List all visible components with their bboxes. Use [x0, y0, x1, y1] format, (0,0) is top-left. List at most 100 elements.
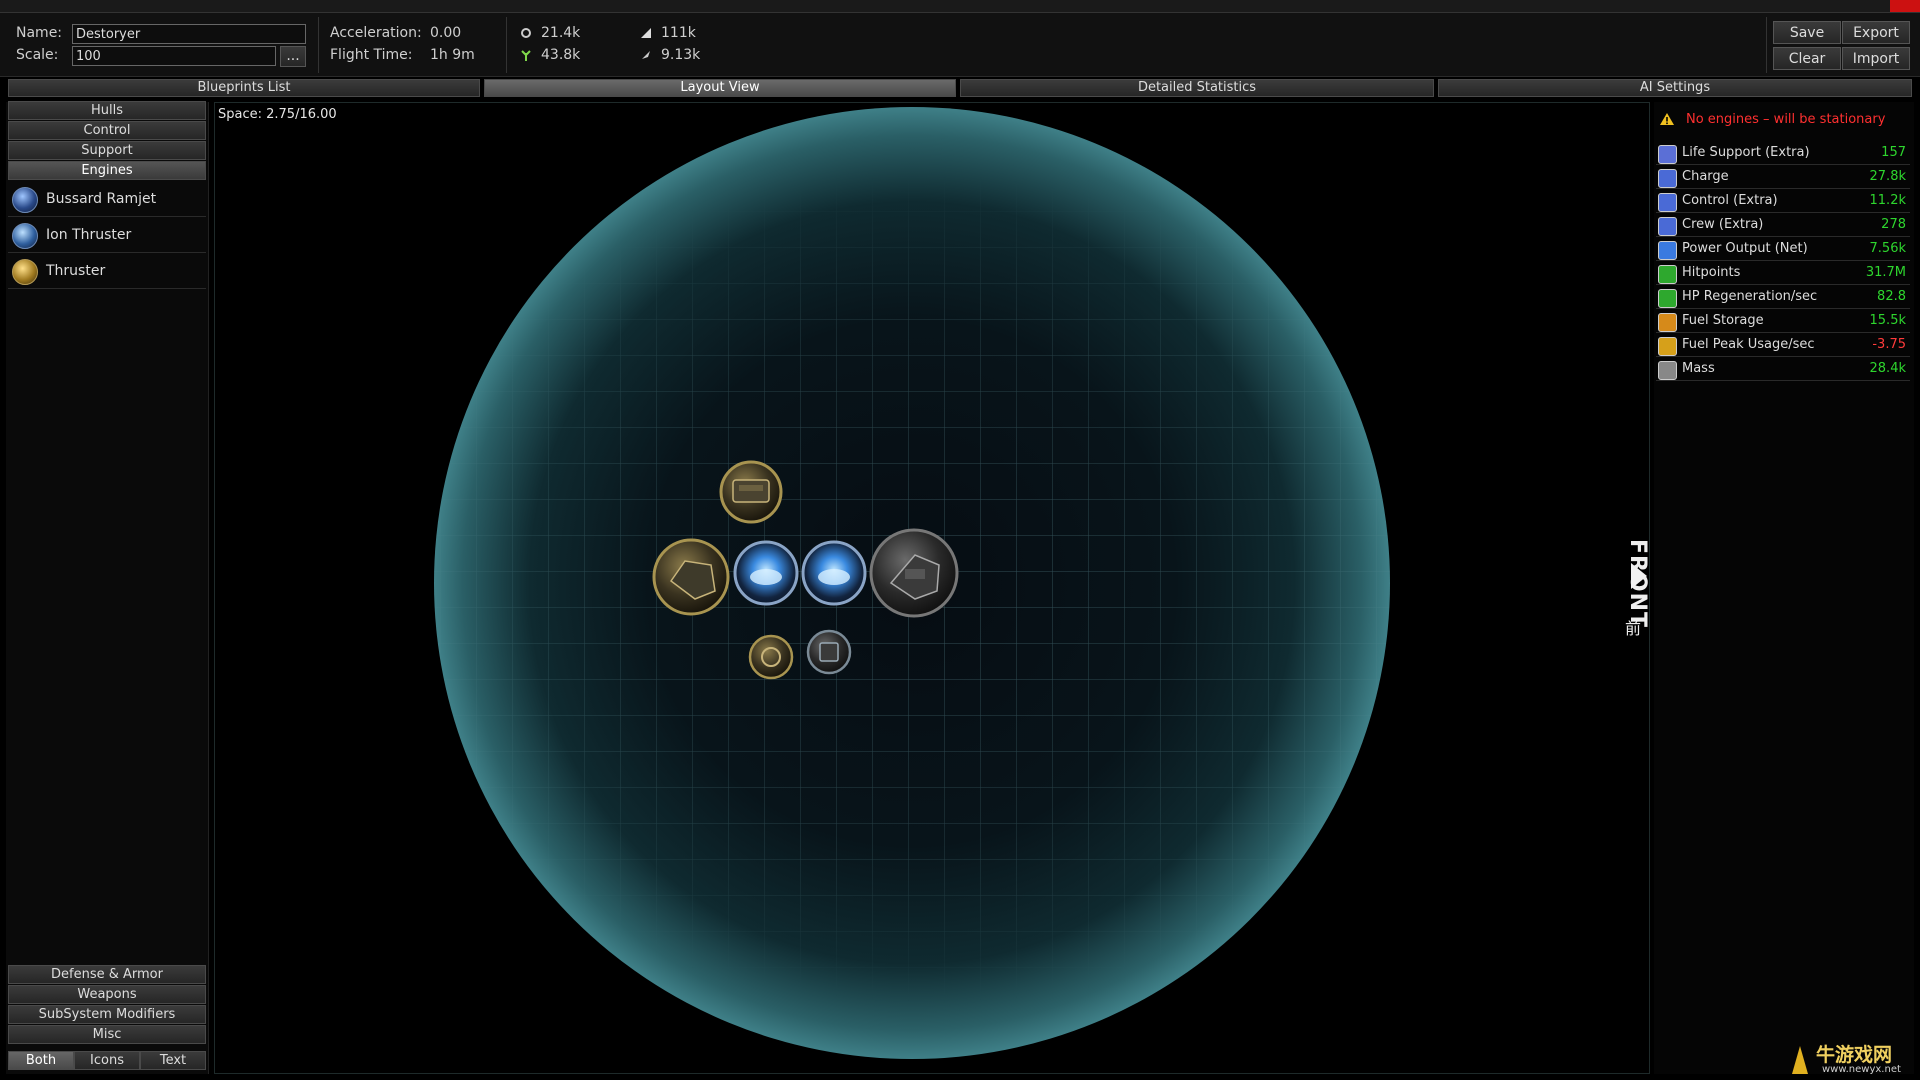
mass-icon [1658, 361, 1677, 380]
watermark-logo-icon [1792, 1046, 1808, 1074]
ship-module[interactable] [806, 629, 852, 675]
ship-module[interactable] [652, 538, 730, 616]
stat-name: Control (Extra) [1682, 193, 1778, 208]
rocket-icon [640, 49, 652, 61]
stat-name: Fuel Peak Usage/sec [1682, 337, 1815, 352]
layout-canvas[interactable]: Space: 2.75/16.00 FRONT 前 [214, 102, 1650, 1074]
watermark-subtext: www.newyx.net [1822, 1064, 1901, 1075]
category-hulls[interactable]: Hulls [8, 101, 206, 120]
category-weapons[interactable]: Weapons [8, 985, 206, 1004]
name-label: Name: [16, 25, 63, 41]
space-usage-label: Space: 2.75/16.00 [218, 107, 337, 122]
stat-value: 31.7M [1865, 265, 1906, 280]
acceleration-value: 0.00 [430, 25, 462, 41]
tab-ai-settings[interactable]: AI Settings [1438, 79, 1912, 97]
front-kanji: 前 [1625, 619, 1642, 638]
power-icon [1658, 241, 1677, 260]
ship-module[interactable] [869, 528, 959, 618]
warning-row: No engines – will be stationary [1656, 104, 1910, 136]
resource-value: 43.8k [541, 47, 581, 63]
scale-browse-button[interactable]: ... [280, 46, 306, 67]
ship-module[interactable] [748, 634, 794, 680]
stat-name: Charge [1682, 169, 1729, 184]
stat-value: 278 [1881, 217, 1906, 232]
title-strip [0, 0, 1920, 13]
thruster-icon [12, 259, 38, 285]
scale-input[interactable]: 100 [72, 46, 276, 66]
stat-row: Fuel Storage 15.5k [1656, 310, 1910, 333]
stat-value: 157 [1881, 145, 1906, 160]
engine-item-label: Bussard Ramjet [46, 191, 157, 207]
crew-icon [1658, 217, 1677, 236]
tab-detailed-statistics[interactable]: Detailed Statistics [960, 79, 1434, 97]
category-control[interactable]: Control [8, 121, 206, 140]
stat-row: Crew (Extra) 278 [1656, 214, 1910, 237]
resource-value: 111k [661, 25, 696, 41]
stat-row: Hitpoints 31.7M [1656, 262, 1910, 285]
acceleration-label: Acceleration: [330, 25, 422, 41]
tab-layout-view[interactable]: Layout View [484, 79, 956, 97]
watermark: 牛游戏网 www.newyx.net [1780, 1040, 1920, 1080]
life-support-icon [1658, 145, 1677, 164]
stat-name: Hitpoints [1682, 265, 1741, 280]
stat-row: Power Output (Net) 7.56k [1656, 238, 1910, 261]
engine-item-label: Ion Thruster [46, 227, 132, 243]
view-mode-text[interactable]: Text [140, 1051, 206, 1070]
stat-name: Crew (Extra) [1682, 217, 1764, 232]
stat-value: 15.5k [1869, 313, 1906, 328]
ship-module[interactable] [801, 540, 867, 606]
control-icon [1658, 193, 1677, 212]
bussard-ramjet-icon [12, 187, 38, 213]
export-button[interactable]: Export [1842, 21, 1910, 44]
view-mode-icons[interactable]: Icons [74, 1051, 140, 1070]
warning-icon [1660, 113, 1674, 125]
stat-name: HP Regeneration/sec [1682, 289, 1818, 304]
watermark-text: 牛游戏网 [1816, 1044, 1893, 1066]
regen-icon [1658, 289, 1677, 308]
plant-icon [520, 49, 532, 61]
stat-value: 11.2k [1869, 193, 1906, 208]
header-divider [506, 17, 507, 73]
fuel-usage-icon [1658, 337, 1677, 356]
scale-label: Scale: [16, 47, 59, 63]
header-divider [1766, 17, 1767, 73]
warning-text: No engines – will be stationary [1686, 112, 1886, 127]
flight-time-value: 1h 9m [430, 47, 475, 63]
stat-row: Fuel Peak Usage/sec -3.75 [1656, 334, 1910, 357]
stat-value: 28.4k [1869, 361, 1906, 376]
import-button[interactable]: Import [1842, 47, 1910, 70]
close-window-button[interactable] [1890, 0, 1920, 12]
engine-item-label: Thruster [46, 263, 106, 279]
stat-name: Life Support (Extra) [1682, 145, 1810, 160]
header-divider [318, 17, 319, 73]
fuel-icon [1658, 313, 1677, 332]
flask-icon [640, 27, 652, 39]
resource-value: 9.13k [661, 47, 701, 63]
name-input[interactable]: Destoryer [72, 24, 306, 44]
category-subsystem-modifiers[interactable]: SubSystem Modifiers [8, 1005, 206, 1024]
ship-module[interactable] [733, 540, 799, 606]
category-defense-armor[interactable]: Defense & Armor [8, 965, 206, 984]
battery-icon [1658, 169, 1677, 188]
ship-module[interactable] [719, 460, 783, 524]
clear-button[interactable]: Clear [1773, 47, 1841, 70]
hitpoints-icon [1658, 265, 1677, 284]
ship-layout-view[interactable] [215, 103, 1650, 1074]
stat-row: HP Regeneration/sec 82.8 [1656, 286, 1910, 309]
stat-row: Control (Extra) 11.2k [1656, 190, 1910, 213]
stat-name: Fuel Storage [1682, 313, 1764, 328]
engine-item-bussard-ramjet[interactable]: Bussard Ramjet [8, 182, 206, 217]
stat-row: Mass 28.4k [1656, 358, 1910, 381]
tab-blueprints-list[interactable]: Blueprints List [8, 79, 480, 97]
engine-item-ion-thruster[interactable]: Ion Thruster [8, 218, 206, 253]
flight-time-label: Flight Time: [330, 47, 413, 63]
stat-row: Life Support (Extra) 157 [1656, 142, 1910, 165]
front-arrow-icon [1631, 563, 1647, 589]
view-mode-both[interactable]: Both [8, 1051, 74, 1070]
save-button[interactable]: Save [1773, 21, 1841, 44]
category-engines[interactable]: Engines [8, 161, 206, 180]
stat-name: Power Output (Net) [1682, 241, 1808, 256]
category-misc[interactable]: Misc [8, 1025, 206, 1044]
engine-item-thruster[interactable]: Thruster [8, 254, 206, 289]
category-support[interactable]: Support [8, 141, 206, 160]
